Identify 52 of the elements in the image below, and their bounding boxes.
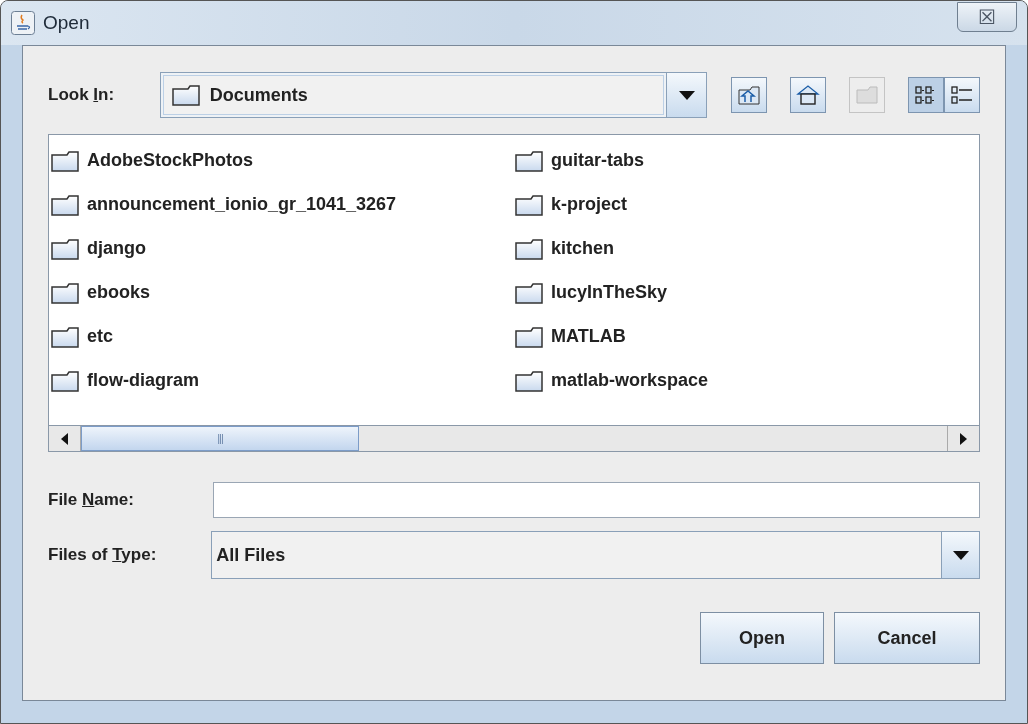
right-arrow-icon <box>960 432 967 445</box>
folder-icon <box>515 193 545 216</box>
dropdown-value: Documents <box>209 83 308 107</box>
folder-item[interactable]: flow-diagram <box>51 365 207 396</box>
folder-item[interactable]: matlab-workspace <box>515 365 717 396</box>
details-view-icon <box>951 85 973 105</box>
files-of-type-label: Files of Type: <box>48 545 157 565</box>
close-button[interactable]: ☒ <box>957 2 1017 32</box>
file-name-field[interactable] <box>213 482 980 518</box>
folder-icon <box>51 325 81 348</box>
folder-item[interactable]: django <box>51 233 154 264</box>
left-arrow-icon <box>61 432 68 445</box>
folder-icon <box>171 84 202 106</box>
home-button[interactable] <box>790 77 826 113</box>
folder-item[interactable]: ebooks <box>51 277 159 308</box>
folder-icon <box>51 193 81 216</box>
java-cup-icon <box>11 11 35 35</box>
look-in-dropdown[interactable]: Documents <box>159 72 707 118</box>
cancel-button[interactable]: Cancel <box>834 612 980 664</box>
thumb-grip: ||| <box>217 431 223 447</box>
folder-up-icon <box>738 85 760 105</box>
caret-icon <box>678 90 695 100</box>
folder-item[interactable]: k-project <box>515 189 636 220</box>
folder-icon <box>515 369 545 392</box>
folder-item[interactable]: kitchen <box>515 233 623 264</box>
folder-icon <box>515 149 545 172</box>
folder-icon <box>856 86 878 104</box>
home-icon <box>796 84 820 106</box>
folder-icon <box>51 369 81 392</box>
folder-icon <box>515 237 545 260</box>
folder-item[interactable]: etc <box>51 321 121 352</box>
look-in-label: Look In: <box>48 85 115 105</box>
file-type-dropdown[interactable]: All Files <box>211 531 980 579</box>
folder-item[interactable]: guitar-tabs <box>515 145 652 176</box>
file-name-label: File Name: <box>48 490 134 510</box>
caret-icon <box>952 550 969 560</box>
folder-item[interactable]: lucyInTheSky <box>515 277 676 308</box>
folder-item[interactable]: AdobeStockPhotos <box>51 145 261 176</box>
folder-icon <box>51 281 81 304</box>
list-view-icon <box>915 85 937 105</box>
window-title: Open <box>43 10 90 35</box>
folder-item[interactable]: announcement_ionio_gr_1041_3267 <box>51 189 405 220</box>
up-button[interactable] <box>731 77 767 113</box>
folder-icon <box>51 149 81 172</box>
details-button[interactable] <box>944 77 980 113</box>
folder-icon <box>515 281 545 304</box>
list-button[interactable] <box>908 77 944 113</box>
open-button[interactable]: Open <box>700 612 824 664</box>
folder-icon <box>51 237 81 260</box>
folder-icon <box>515 325 545 348</box>
folder-item[interactable]: MATLAB <box>515 321 634 352</box>
dropdown-value: All Files <box>216 543 286 567</box>
